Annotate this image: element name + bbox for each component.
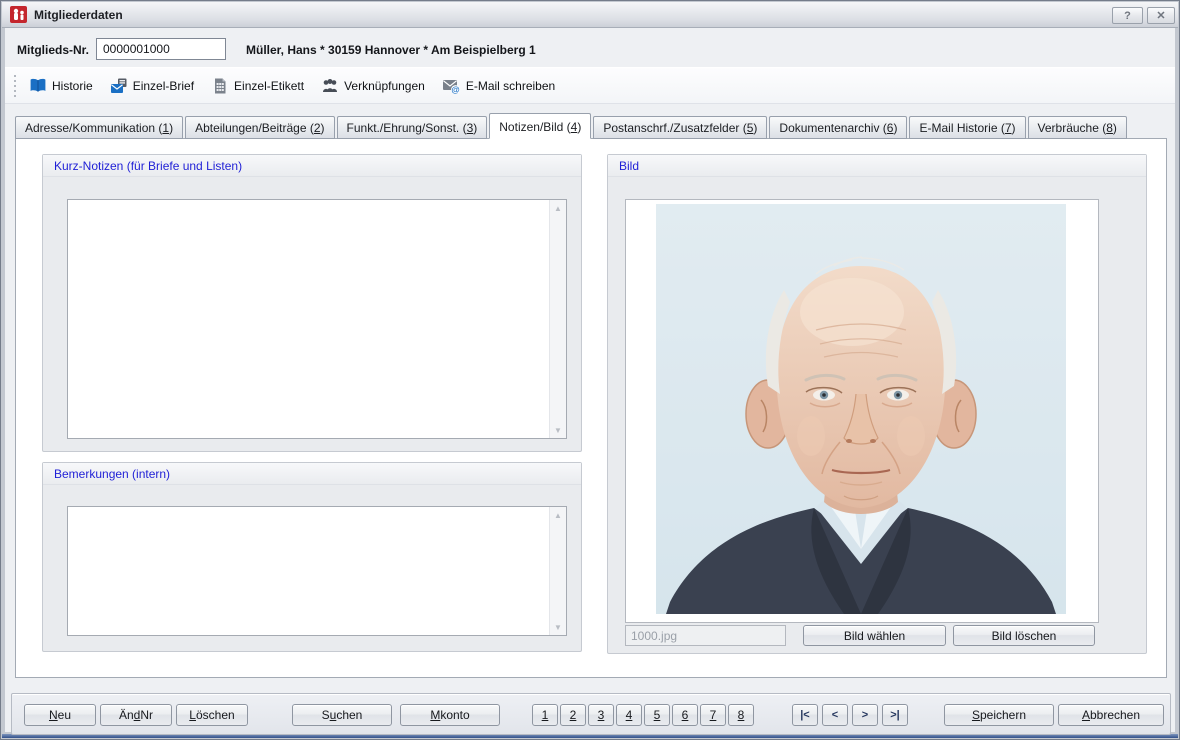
page-1-button[interactable]: 1 — [532, 704, 558, 726]
bild-waehlen-button[interactable]: Bild wählen — [803, 625, 946, 646]
toolbar-grip[interactable] — [13, 75, 16, 97]
mkonto-button[interactable]: Mkonto — [400, 704, 500, 726]
tab-postanschrf-zusatzfelder[interactable]: Postanschrf./Zusatzfelder (5) — [593, 116, 767, 139]
tab-funkt-ehrung-sonst[interactable]: Funkt./Ehrung/Sonst. (3) — [337, 116, 488, 139]
titlebar[interactable]: Mitgliederdaten ? ✕ — [2, 2, 1178, 28]
nav-next-button[interactable]: > — [852, 704, 878, 726]
tab-content-panel: Kurz-Notizen (für Briefe und Listen) ▲ ▼… — [15, 138, 1167, 678]
close-button[interactable]: ✕ — [1147, 7, 1175, 24]
scroll-down-icon[interactable]: ▼ — [550, 619, 566, 635]
letter-icon — [110, 77, 128, 95]
bild-group: Bild — [607, 154, 1147, 654]
footer-bar: Neu ÄndNr Löschen Suchen Mkonto 1 2 3 4 … — [11, 693, 1171, 735]
scroll-down-icon[interactable]: ▼ — [550, 422, 566, 438]
toolbar-label: Einzel-Etikett — [234, 79, 304, 93]
abbrechen-button[interactable]: Abbrechen — [1058, 704, 1164, 726]
tab-email-historie[interactable]: E-Mail Historie (7) — [909, 116, 1025, 139]
bild-loeschen-button[interactable]: Bild löschen — [953, 625, 1095, 646]
last-record-icon: >| — [890, 709, 900, 721]
bemerkungen-group: Bemerkungen (intern) ▲ ▼ — [42, 462, 582, 652]
tab-abteilungen-beitraege[interactable]: Abteilungen/Beiträge (2) — [185, 116, 334, 139]
remarks-textarea[interactable] — [68, 507, 549, 635]
label-icon — [211, 77, 229, 95]
toolbar-label: E-Mail schreiben — [466, 79, 555, 93]
member-number-label: Mitglieds-Nr. — [17, 43, 89, 57]
neu-button[interactable]: Neu — [24, 704, 96, 726]
remarks-textarea-frame: ▲ ▼ — [67, 506, 567, 636]
toolbar-historie-button[interactable]: Historie — [24, 74, 98, 98]
nav-last-button[interactable]: >| — [882, 704, 908, 726]
group-header: Kurz-Notizen (für Briefe und Listen) — [43, 155, 581, 177]
remarks-scrollbar[interactable]: ▲ ▼ — [549, 507, 566, 635]
member-photo — [656, 204, 1066, 614]
tab-bar: Adresse/Kommunikation (1) Abteilungen/Be… — [15, 113, 1129, 139]
notes-textarea[interactable] — [68, 200, 549, 438]
notes-textarea-frame: ▲ ▼ — [67, 199, 567, 439]
app-logo-icon — [10, 6, 27, 23]
toolbar-einzel-etikett-button[interactable]: Einzel-Etikett — [206, 74, 309, 98]
bemerkungen-title: Bemerkungen (intern) — [54, 467, 170, 481]
help-button[interactable]: ? — [1112, 7, 1143, 24]
page-7-button[interactable]: 7 — [700, 704, 726, 726]
prev-record-icon: < — [832, 709, 838, 721]
tab-notizen-bild[interactable]: Notizen/Bild (4) — [489, 113, 591, 139]
email-at-icon: @ — [442, 77, 461, 95]
member-number-input[interactable] — [96, 38, 226, 60]
svg-text:@: @ — [451, 84, 459, 94]
member-summary: Müller, Hans * 30159 Hannover * Am Beisp… — [246, 43, 536, 57]
tab-adresse-kommunikation[interactable]: Adresse/Kommunikation (1) — [15, 116, 183, 139]
toolbar-label: Verknüpfungen — [344, 79, 425, 93]
toolbar-label: Historie — [52, 79, 93, 93]
group-header: Bemerkungen (intern) — [43, 463, 581, 485]
nav-first-button[interactable]: |< — [792, 704, 818, 726]
page-5-button[interactable]: 5 — [644, 704, 670, 726]
toolbar: Historie Einzel-Brief Ei — [5, 67, 1175, 104]
book-icon — [29, 77, 47, 95]
window-title: Mitgliederdaten — [34, 8, 123, 22]
nav-prev-button[interactable]: < — [822, 704, 848, 726]
photo-frame — [625, 199, 1099, 623]
toolbar-email-schreiben-button[interactable]: @ E-Mail schreiben — [437, 74, 560, 98]
speichern-button[interactable]: Speichern — [944, 704, 1054, 726]
mitgliederdaten-window: Mitgliederdaten ? ✕ Mitglieds-Nr. Müller… — [0, 0, 1180, 740]
image-filename-input[interactable] — [625, 625, 786, 646]
page-3-button[interactable]: 3 — [588, 704, 614, 726]
kurz-notizen-group: Kurz-Notizen (für Briefe und Listen) ▲ ▼ — [42, 154, 582, 452]
bild-title: Bild — [619, 159, 639, 173]
next-record-icon: > — [862, 709, 868, 721]
toolbar-einzel-brief-button[interactable]: Einzel-Brief — [105, 74, 199, 98]
first-record-icon: |< — [800, 709, 810, 721]
page-8-button[interactable]: 8 — [728, 704, 754, 726]
tab-dokumentenarchiv[interactable]: Dokumentenarchiv (6) — [769, 116, 907, 139]
page-6-button[interactable]: 6 — [672, 704, 698, 726]
loeschen-button[interactable]: Löschen — [176, 704, 248, 726]
scroll-up-icon[interactable]: ▲ — [550, 200, 566, 216]
scroll-up-icon[interactable]: ▲ — [550, 507, 566, 523]
aendnr-button[interactable]: ÄndNr — [100, 704, 172, 726]
group-header: Bild — [608, 155, 1146, 177]
kurz-notizen-title: Kurz-Notizen (für Briefe und Listen) — [54, 159, 242, 173]
suchen-button[interactable]: Suchen — [292, 704, 392, 726]
notes-scrollbar[interactable]: ▲ ▼ — [549, 200, 566, 438]
page-4-button[interactable]: 4 — [616, 704, 642, 726]
toolbar-verknuepfungen-button[interactable]: Verknüpfungen — [316, 74, 430, 98]
toolbar-label: Einzel-Brief — [133, 79, 194, 93]
people-icon — [321, 77, 339, 95]
page-2-button[interactable]: 2 — [560, 704, 586, 726]
tab-verbraeuche[interactable]: Verbräuche (8) — [1028, 116, 1127, 139]
